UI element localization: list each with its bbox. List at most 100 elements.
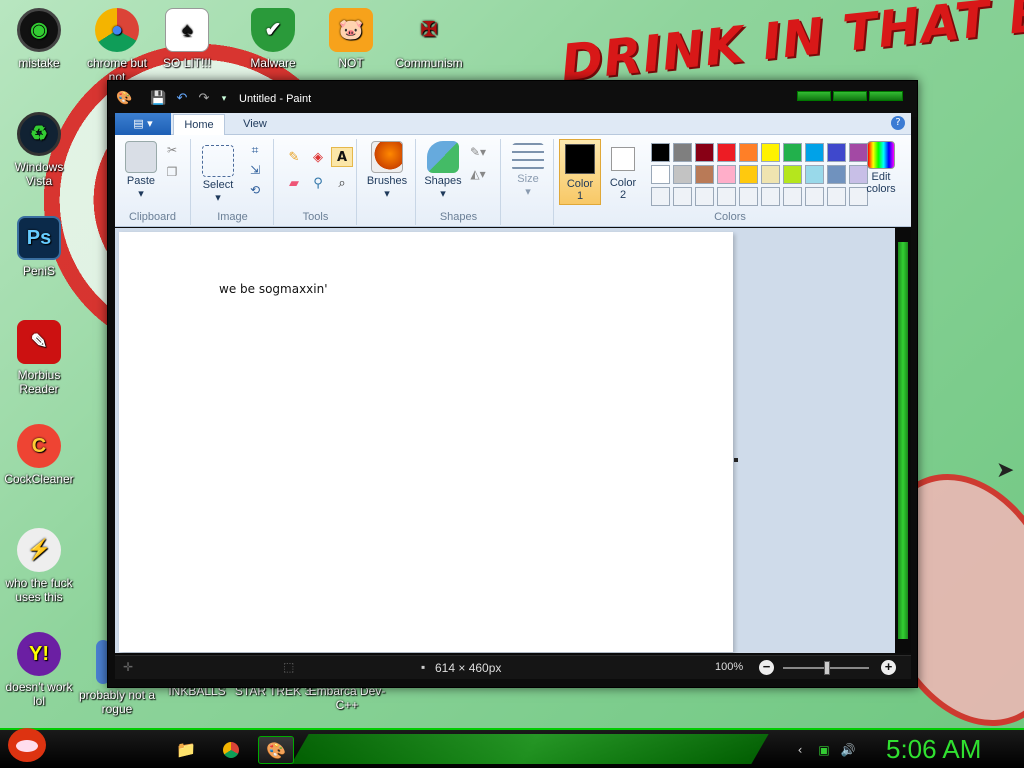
palette-swatch[interactable] <box>827 187 846 206</box>
desktop-icon-cockcleaner[interactable]: C CockCleaner <box>0 424 78 486</box>
desktop-icon-morbius-reader[interactable]: ✎ Morbius Reader <box>0 320 78 396</box>
scrollbar-thumb[interactable] <box>898 242 908 639</box>
desktop-icon-chrome[interactable]: ● chrome but not <box>78 8 156 84</box>
drawing-canvas[interactable]: we be sogmaxxin' <box>119 232 733 652</box>
palette-swatch[interactable] <box>717 165 736 184</box>
eraser-icon[interactable]: ▰ <box>283 173 305 193</box>
taskbar-explorer[interactable]: 📁 <box>168 736 204 764</box>
color1-selector[interactable]: Color 1 <box>559 139 601 205</box>
palette-swatch[interactable] <box>651 143 670 162</box>
palette-swatch[interactable] <box>673 165 692 184</box>
palette-swatch[interactable] <box>783 165 802 184</box>
quick-access-dropdown-icon[interactable]: ▾ <box>216 91 232 107</box>
palette-swatch[interactable] <box>805 143 824 162</box>
desktop-icon-yahoo[interactable]: Y! doesn't work lol <box>0 632 78 708</box>
palette-swatch[interactable] <box>695 143 714 162</box>
desktop-icon-penis[interactable]: Ps PeniS <box>0 216 78 278</box>
palette-swatch[interactable] <box>717 187 736 206</box>
taskbar-paint[interactable]: 🎨 <box>258 736 294 764</box>
palette-swatch[interactable] <box>673 187 692 206</box>
palette-swatch[interactable] <box>805 187 824 206</box>
close-button[interactable] <box>869 91 903 101</box>
size-lines-icon <box>512 143 544 171</box>
save-icon[interactable]: 💾 <box>150 91 166 107</box>
acrobat-icon: ✎ <box>17 320 61 364</box>
group-image: Select ▾ ⌗ ⇲ ⟲ Image <box>192 139 274 225</box>
paint-window: 🎨 💾 ↶ ↷ ▾ Untitled - Paint ▤ ▾ Home View… <box>107 80 918 688</box>
taskbar-chrome[interactable] <box>213 736 249 764</box>
start-button[interactable] <box>4 726 50 768</box>
undo-icon[interactable]: ↶ <box>174 91 190 107</box>
group-size: Size ▾ <box>502 139 554 225</box>
palette-swatch[interactable] <box>717 143 736 162</box>
resize-icon[interactable]: ⇲ <box>246 161 264 179</box>
select-icon <box>202 145 234 177</box>
tab-home[interactable]: Home <box>173 114 225 135</box>
minimize-button[interactable] <box>797 91 831 101</box>
outline-icon[interactable]: ✎▾ <box>469 143 487 161</box>
group-brushes: Brushes ▾ <box>358 139 416 225</box>
color2-selector[interactable]: Color 2 <box>603 139 643 205</box>
desktop-icon-communism[interactable]: ✠ Communism <box>390 8 468 70</box>
shapes-button[interactable]: Shapes ▾ <box>421 141 465 200</box>
canvas-text: we be sogmaxxin' <box>219 282 328 296</box>
palette-swatch[interactable] <box>739 165 758 184</box>
cut-icon[interactable]: ✂ <box>163 141 181 159</box>
tools-group-label: Tools <box>302 211 329 223</box>
desktop-icon-so-lit[interactable]: ♠ SO LIT!!! <box>148 8 226 70</box>
fill-icon[interactable]: ◈ <box>307 147 329 167</box>
crop-icon[interactable]: ⌗ <box>246 141 264 159</box>
palette-swatch[interactable] <box>739 187 758 206</box>
palette-swatch[interactable] <box>805 165 824 184</box>
desktop-icon-dev-cpp[interactable]: Embarca Dev-C++ <box>308 684 386 712</box>
paint-menu-button[interactable]: ▤ ▾ <box>115 113 171 135</box>
palette-swatch[interactable] <box>783 143 802 162</box>
cards-icon: ♠ <box>165 8 209 52</box>
zoom-slider-thumb[interactable] <box>824 661 830 675</box>
desktop-icon-mistake[interactable]: ◉ mistake <box>0 8 78 70</box>
desktop-icon-winamp[interactable]: ⚡ who the fuck uses this <box>0 528 78 604</box>
palette-swatch[interactable] <box>827 143 846 162</box>
pencil-icon[interactable]: ✎ <box>283 147 305 167</box>
paste-button[interactable]: Paste ▾ <box>121 141 161 200</box>
palette-swatch[interactable] <box>651 165 670 184</box>
vertical-scrollbar[interactable] <box>895 228 911 653</box>
palette-swatch[interactable] <box>739 143 758 162</box>
taskbar-clock[interactable]: 5:06 AM <box>886 734 981 765</box>
canvas-resize-handle[interactable] <box>734 458 738 462</box>
rotate-icon[interactable]: ⟲ <box>246 181 264 199</box>
redo-icon[interactable]: ↷ <box>196 91 212 107</box>
desktop-icon-windows-vista[interactable]: ♻ Windows Vista <box>0 112 78 188</box>
size-button[interactable]: Size ▾ <box>508 143 548 198</box>
color-picker-icon[interactable]: ⚲ <box>307 173 329 193</box>
zoom-out-button[interactable]: − <box>759 660 774 675</box>
palette-swatch[interactable] <box>761 165 780 184</box>
select-button[interactable]: Select ▾ <box>198 145 238 204</box>
help-icon[interactable]: ? <box>891 116 905 130</box>
palette-swatch[interactable] <box>695 187 714 206</box>
palette-swatch[interactable] <box>673 143 692 162</box>
photoshop-icon: Ps <box>17 216 61 260</box>
magnifier-icon[interactable]: ⌕ <box>331 173 353 193</box>
text-icon[interactable]: A <box>331 147 353 167</box>
palette-swatch[interactable] <box>761 187 780 206</box>
palette-swatch[interactable] <box>651 187 670 206</box>
maximize-button[interactable] <box>833 91 867 101</box>
desktop-icon-not[interactable]: 🐷 NOT <box>312 8 390 70</box>
paint-app-icon[interactable]: 🎨 <box>116 91 132 107</box>
palette-swatch[interactable] <box>761 143 780 162</box>
network-icon[interactable]: ▣ <box>816 742 832 758</box>
zoom-in-button[interactable]: + <box>881 660 896 675</box>
volume-icon[interactable]: 🔊 <box>840 742 856 758</box>
tab-view[interactable]: View <box>233 114 277 135</box>
edit-colors-button[interactable]: Edit colors <box>859 141 903 195</box>
palette-swatch[interactable] <box>695 165 714 184</box>
palette-swatch[interactable] <box>827 165 846 184</box>
desktop-icon-malware[interactable]: ✔ Malware <box>234 8 312 70</box>
brushes-button[interactable]: Brushes ▾ <box>362 141 412 200</box>
title-bar[interactable]: 🎨 💾 ↶ ↷ ▾ Untitled - Paint <box>108 81 917 117</box>
fill-shape-icon[interactable]: ◭▾ <box>469 165 487 183</box>
palette-swatch[interactable] <box>783 187 802 206</box>
copy-icon[interactable]: ❐ <box>163 163 181 181</box>
show-hidden-icons[interactable]: ‹ <box>792 742 808 758</box>
